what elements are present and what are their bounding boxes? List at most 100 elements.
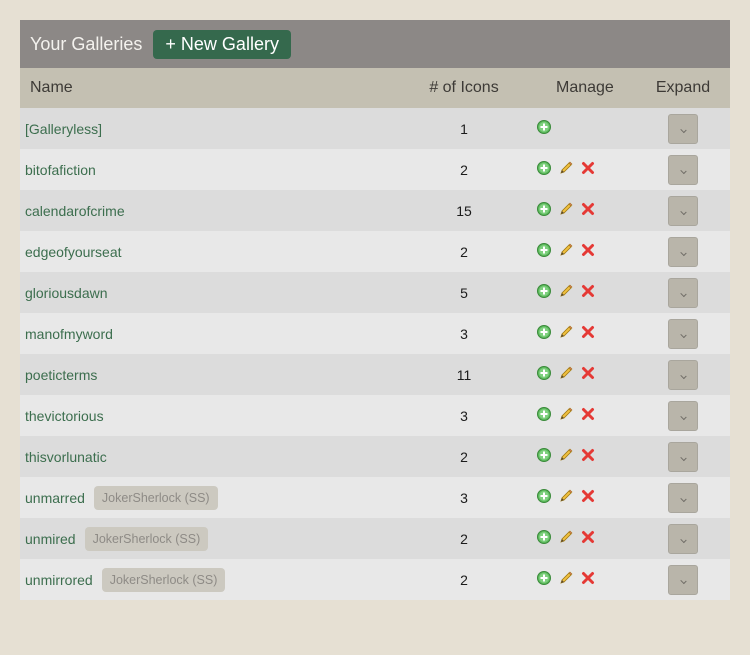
chevron-down-icon	[679, 454, 687, 461]
gallery-name-link[interactable]: unmirrored	[25, 572, 93, 588]
owner-tag[interactable]: JokerSherlock (SS)	[101, 567, 226, 592]
plus-circle-icon[interactable]	[536, 119, 552, 135]
gallery-name-cell: manofmyword	[20, 326, 404, 342]
x-delete-icon[interactable]	[580, 570, 596, 586]
chevron-down-icon	[679, 167, 687, 174]
manage-actions	[524, 201, 636, 217]
pencil-icon[interactable]	[558, 570, 574, 586]
gallery-name-cell: unmarred JokerSherlock (SS)	[20, 485, 404, 510]
x-delete-icon[interactable]	[580, 242, 596, 258]
gallery-name-link[interactable]: gloriousdawn	[25, 285, 108, 301]
expand-cell	[636, 523, 730, 554]
gallery-table-body: [Galleryless] 1 bitofafiction 2 calendarofcr…	[20, 108, 730, 600]
gallery-name-link[interactable]: [Galleryless]	[25, 121, 102, 137]
plus-circle-icon[interactable]	[536, 529, 552, 545]
plus-circle-icon[interactable]	[536, 324, 552, 340]
pencil-icon[interactable]	[558, 488, 574, 504]
owner-tag[interactable]: JokerSherlock (SS)	[84, 526, 209, 551]
expand-button[interactable]	[668, 564, 698, 595]
expand-button[interactable]	[668, 154, 698, 185]
gallery-name-link[interactable]: manofmyword	[25, 326, 113, 342]
pencil-icon[interactable]	[558, 365, 574, 381]
pencil-icon[interactable]	[558, 242, 574, 258]
pencil-icon[interactable]	[558, 160, 574, 176]
expand-button[interactable]	[668, 482, 698, 513]
x-delete-icon[interactable]	[580, 406, 596, 422]
manage-actions	[524, 406, 636, 422]
gallery-name-cell: [Galleryless]	[20, 121, 404, 137]
table-row: manofmyword 3	[20, 313, 730, 354]
gallery-name-link[interactable]: thevictorious	[25, 408, 104, 424]
column-header-count: # of Icons	[429, 79, 499, 96]
expand-cell	[636, 400, 730, 431]
table-row: thisvorlunatic 2	[20, 436, 730, 477]
gallery-name-link[interactable]: bitofafiction	[25, 162, 96, 178]
x-delete-icon[interactable]	[580, 447, 596, 463]
icon-count: 3	[460, 489, 468, 506]
plus-circle-icon[interactable]	[536, 283, 552, 299]
expand-button[interactable]	[668, 236, 698, 267]
expand-button[interactable]	[668, 318, 698, 349]
gallery-name-link[interactable]: poeticterms	[25, 367, 97, 383]
manage-actions	[524, 119, 636, 135]
table-row: edgeofyourseat 2	[20, 231, 730, 272]
plus-circle-icon[interactable]	[536, 242, 552, 258]
plus-circle-icon[interactable]	[536, 570, 552, 586]
chevron-down-icon	[679, 126, 687, 133]
icon-count: 2	[460, 448, 468, 465]
x-delete-icon[interactable]	[580, 324, 596, 340]
table-row: bitofafiction 2	[20, 149, 730, 190]
gallery-name-link[interactable]: edgeofyourseat	[25, 244, 122, 260]
owner-tag[interactable]: JokerSherlock (SS)	[93, 485, 218, 510]
plus-circle-icon[interactable]	[536, 447, 552, 463]
expand-button[interactable]	[668, 277, 698, 308]
expand-cell	[636, 441, 730, 472]
gallery-name-link[interactable]: thisvorlunatic	[25, 449, 107, 465]
icon-count: 2	[460, 571, 468, 588]
page-title: Your Galleries	[30, 33, 143, 54]
x-delete-icon[interactable]	[580, 365, 596, 381]
plus-circle-icon[interactable]	[536, 365, 552, 381]
manage-actions	[524, 365, 636, 381]
table-row: unmirrored JokerSherlock (SS) 2	[20, 559, 730, 600]
pencil-icon[interactable]	[558, 201, 574, 217]
expand-button[interactable]	[668, 523, 698, 554]
column-header-name: Name	[30, 79, 73, 96]
pencil-icon[interactable]	[558, 447, 574, 463]
gallery-name-link[interactable]: calendarofcrime	[25, 203, 125, 219]
expand-button[interactable]	[668, 400, 698, 431]
new-gallery-button[interactable]: + New Gallery	[153, 29, 291, 59]
pencil-icon[interactable]	[558, 529, 574, 545]
chevron-down-icon	[679, 290, 687, 297]
plus-circle-icon[interactable]	[536, 406, 552, 422]
x-delete-icon[interactable]	[580, 488, 596, 504]
expand-button[interactable]	[668, 195, 698, 226]
gallery-name-cell: bitofafiction	[20, 162, 404, 178]
expand-button[interactable]	[668, 113, 698, 144]
expand-button[interactable]	[668, 441, 698, 472]
gallery-name-link[interactable]: unmarred	[25, 490, 85, 506]
icon-count: 3	[460, 407, 468, 424]
table-row: unmired JokerSherlock (SS) 2	[20, 518, 730, 559]
pencil-icon[interactable]	[558, 283, 574, 299]
x-delete-icon[interactable]	[580, 201, 596, 217]
expand-button[interactable]	[668, 359, 698, 390]
manage-actions	[524, 160, 636, 176]
icon-count: 11	[456, 366, 472, 383]
plus-circle-icon[interactable]	[536, 160, 552, 176]
x-delete-icon[interactable]	[580, 529, 596, 545]
gallery-name-cell: poeticterms	[20, 367, 404, 383]
plus-circle-icon[interactable]	[536, 488, 552, 504]
pencil-icon[interactable]	[558, 324, 574, 340]
table-row: unmarred JokerSherlock (SS) 3	[20, 477, 730, 518]
manage-actions	[524, 242, 636, 258]
x-delete-icon[interactable]	[580, 160, 596, 176]
expand-cell	[636, 564, 730, 595]
plus-circle-icon[interactable]	[536, 201, 552, 217]
x-delete-icon[interactable]	[580, 283, 596, 299]
gallery-name-link[interactable]: unmired	[25, 531, 76, 547]
icon-count: 2	[460, 243, 468, 260]
pencil-icon[interactable]	[558, 406, 574, 422]
manage-actions	[524, 488, 636, 504]
gallery-name-cell: unmirrored JokerSherlock (SS)	[20, 567, 404, 592]
